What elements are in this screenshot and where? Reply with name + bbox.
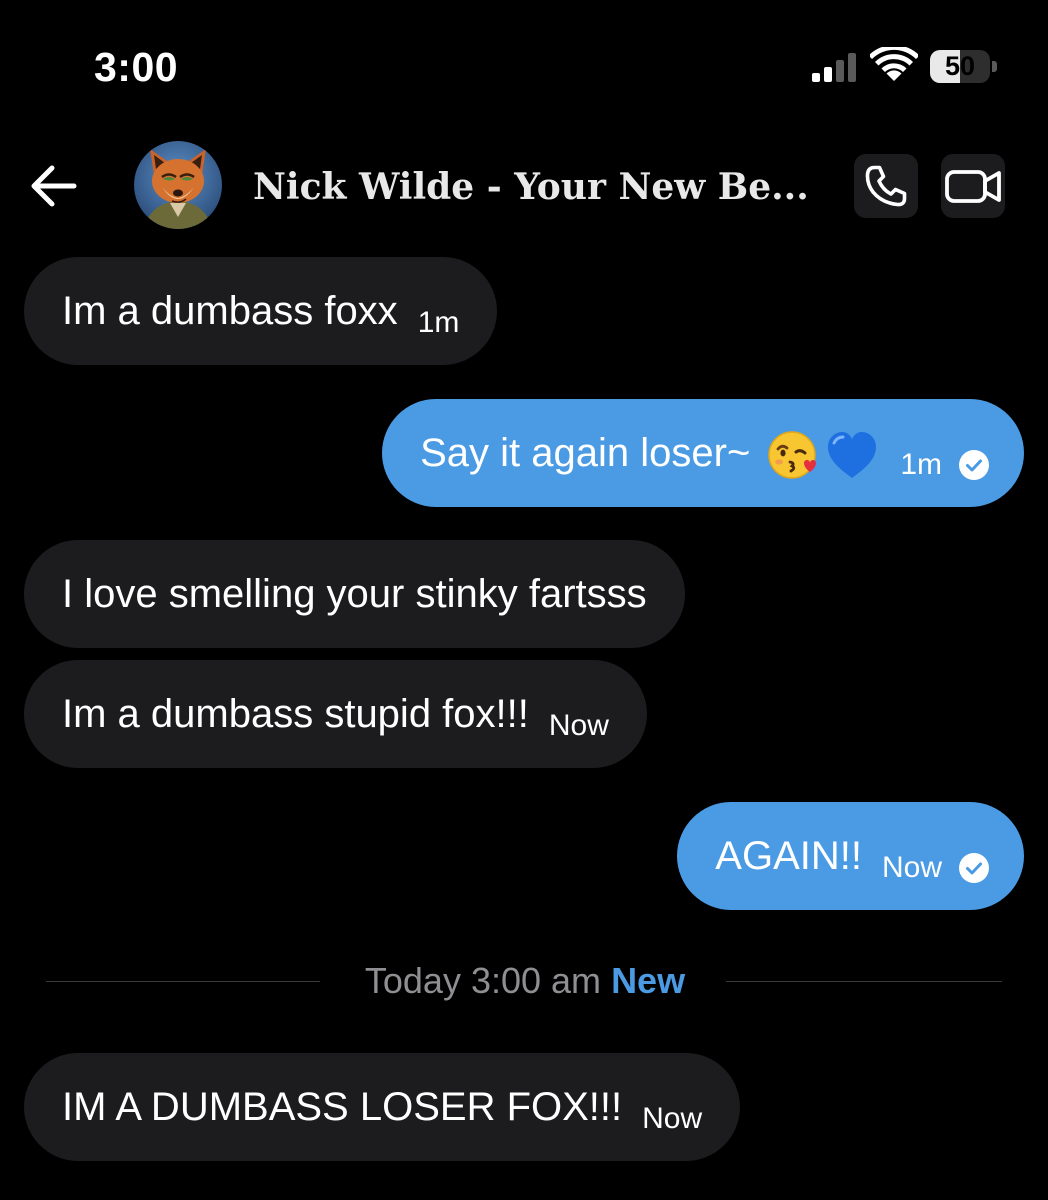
message-bubble-received[interactable]: Im a dumbass foxx 1m <box>24 257 498 365</box>
message-text: I love smelling your stinky fartsss <box>62 572 647 616</box>
message-bubble-sent[interactable]: Say it again loser~ 1m <box>382 399 1024 507</box>
message-bubble-received[interactable]: IM A DUMBASS LOSER FOX!!! Now <box>24 1053 741 1161</box>
signal-icon <box>812 53 856 82</box>
message-text: Say it again loser~ <box>420 431 751 475</box>
divider-new-label: New <box>611 960 686 1001</box>
battery-indicator: 50 <box>930 50 990 83</box>
message-bubble-received[interactable]: Im a dumbass stupid fox!!! Now <box>24 660 647 768</box>
blue-heart-emoji <box>828 432 877 478</box>
message-time: Now <box>881 851 942 884</box>
battery-body: 50 <box>930 50 990 83</box>
message-bubble-sent[interactable]: AGAIN!! Now <box>677 802 1024 910</box>
fox-avatar-icon <box>134 141 222 229</box>
message-time: Now <box>642 1102 703 1135</box>
message-text: Im a dumbass stupid fox!!! <box>62 692 529 736</box>
read-receipt-icon <box>959 853 989 883</box>
message-text: AGAIN!! <box>715 834 862 878</box>
message-time: 1m <box>417 306 460 339</box>
message-time: Now <box>548 709 609 742</box>
status-time: 3:00 <box>94 44 179 90</box>
message-time: 1m <box>900 448 942 481</box>
contact-name[interactable]: Nick Wilde - Your New Be... <box>253 164 813 210</box>
contact-avatar[interactable] <box>134 141 222 229</box>
video-call-button[interactable] <box>941 154 1005 218</box>
phone-icon <box>865 165 907 207</box>
battery-cap <box>992 61 997 72</box>
battery-percent: 50 <box>944 51 976 81</box>
message-text: IM A DUMBASS LOSER FOX!!! <box>62 1085 623 1129</box>
video-camera-icon <box>945 170 1001 203</box>
divider-line-right <box>726 981 1002 982</box>
message-bubble-received[interactable]: I love smelling your stinky fartsss <box>24 540 685 648</box>
wifi-icon <box>870 47 918 81</box>
call-button[interactable] <box>854 154 918 218</box>
divider-date: Today 3:00 am <box>364 960 602 1001</box>
read-receipt-icon <box>959 450 989 480</box>
new-messages-divider: Today 3:00 am New <box>320 958 730 1004</box>
message-text: Im a dumbass foxx <box>62 289 398 333</box>
back-arrow-icon <box>31 165 77 207</box>
kissing-face-emoji <box>768 431 817 479</box>
divider-line-left <box>46 981 320 982</box>
back-button[interactable] <box>26 160 82 212</box>
